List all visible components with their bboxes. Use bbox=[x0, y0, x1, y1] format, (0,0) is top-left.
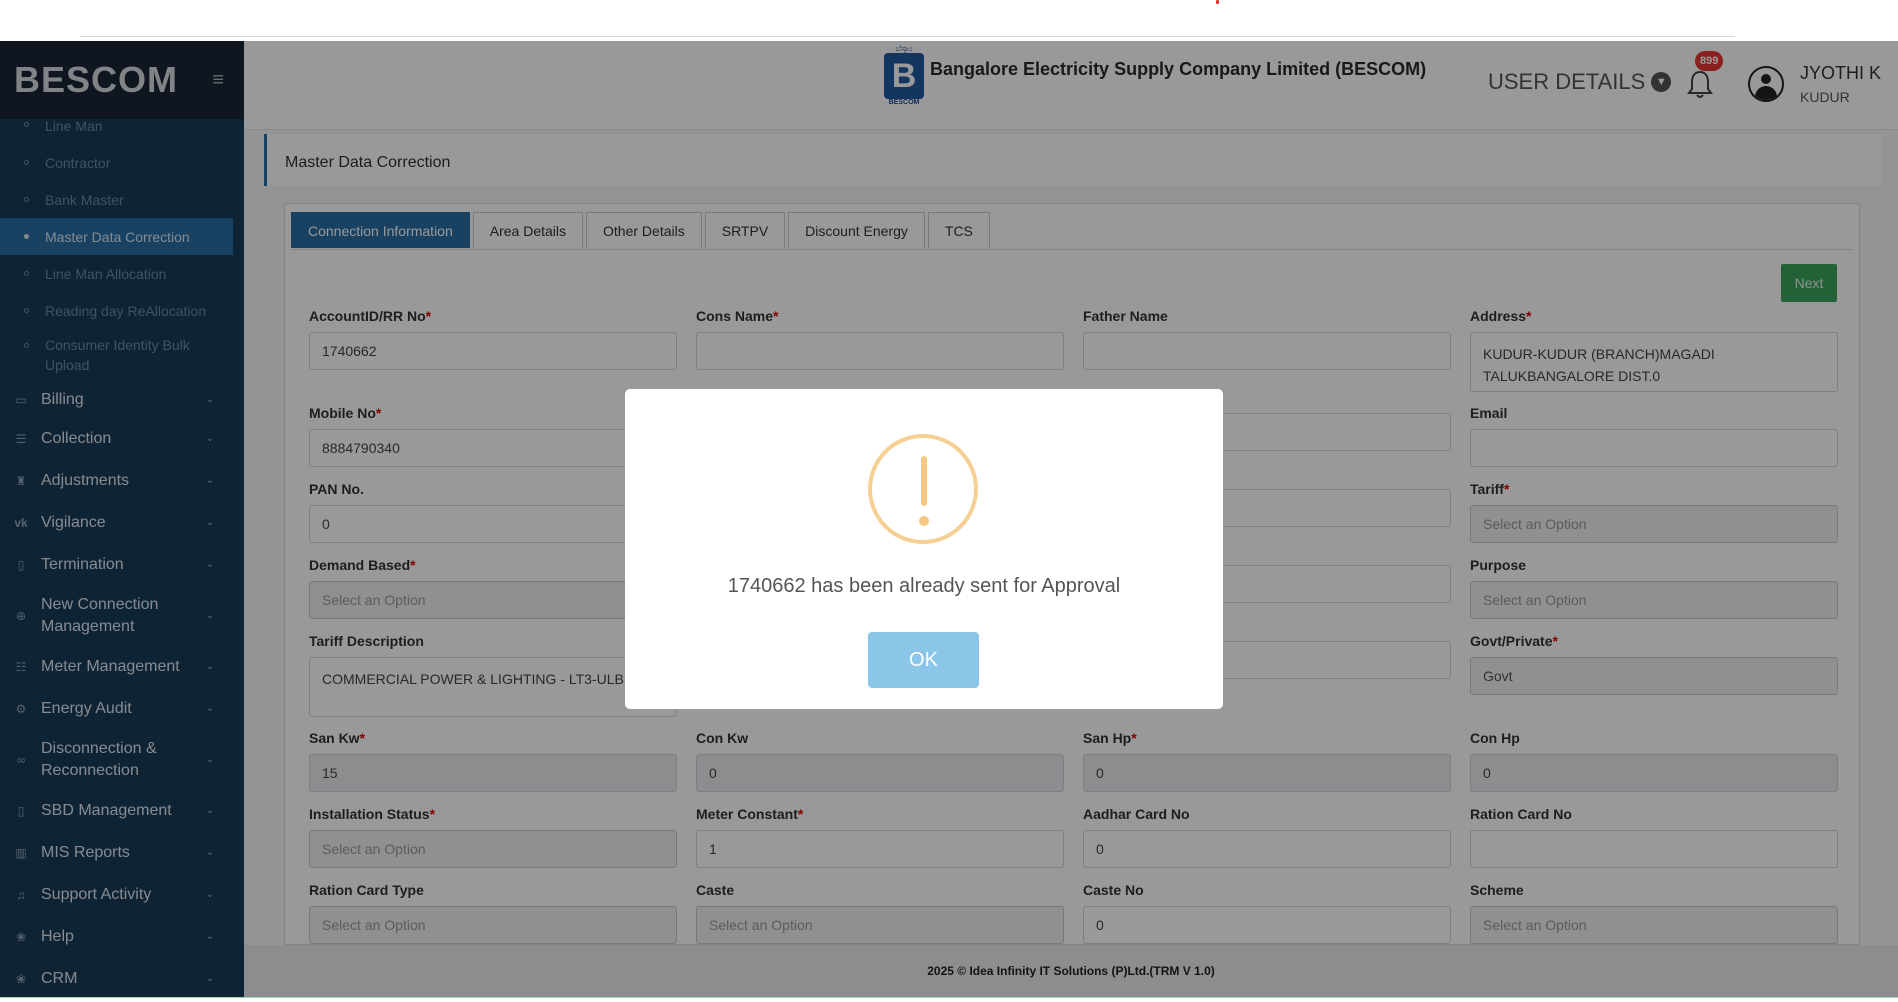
warning-dot bbox=[919, 516, 929, 526]
top-rule bbox=[80, 36, 1735, 37]
ok-button[interactable]: OK bbox=[868, 632, 979, 688]
modal-backdrop[interactable]: 1740662 has been already sent for Approv… bbox=[0, 41, 1898, 997]
bottom-strip bbox=[0, 997, 1898, 1002]
top-marker bbox=[1216, 0, 1219, 4]
top-strip bbox=[0, 0, 1898, 41]
alert-modal: 1740662 has been already sent for Approv… bbox=[625, 389, 1223, 709]
warning-bar bbox=[921, 456, 927, 506]
warning-icon bbox=[868, 434, 978, 544]
modal-message: 1740662 has been already sent for Approv… bbox=[727, 575, 1121, 597]
